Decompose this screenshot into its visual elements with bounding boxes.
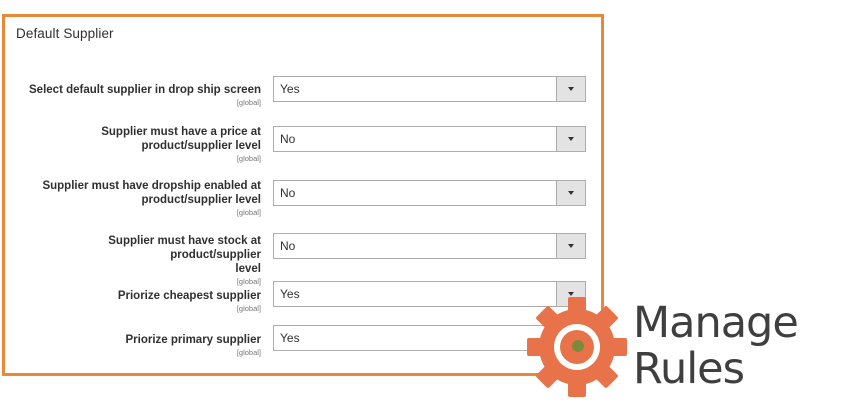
select-value: Yes bbox=[280, 331, 300, 345]
stock-required-select[interactable]: No bbox=[273, 233, 586, 259]
field-label-line: Priorize cheapest supplier bbox=[117, 290, 261, 302]
field-label-line: Supplier must have stock at product/supp… bbox=[108, 235, 261, 261]
select-value: Yes bbox=[280, 287, 300, 301]
field-label: Select default supplier in drop ship scr… bbox=[21, 83, 261, 107]
brand-line-1: Manage bbox=[633, 298, 799, 348]
dropdown-button[interactable] bbox=[556, 127, 585, 151]
screenshot: Default Supplier Select default supplier… bbox=[0, 0, 850, 405]
section-title: Default Supplier bbox=[16, 26, 114, 41]
field-label-line: level bbox=[235, 263, 261, 275]
field-label-line: product/supplier level bbox=[141, 140, 262, 152]
field-label: Supplier must have a price at product/su… bbox=[21, 125, 261, 163]
scope-label: [global] bbox=[236, 154, 261, 163]
default-supplier-panel: Default Supplier Select default supplier… bbox=[2, 14, 604, 376]
scope-label: [global] bbox=[236, 304, 261, 313]
chevron-down-icon bbox=[568, 137, 574, 141]
chevron-down-icon bbox=[568, 191, 574, 195]
gear-icon bbox=[527, 297, 627, 397]
gear-center bbox=[572, 340, 584, 352]
field-label: Supplier must have stock at product/supp… bbox=[21, 234, 261, 286]
scope-label: [global] bbox=[236, 277, 261, 286]
field-label-line: Supplier must have dropship enabled at bbox=[42, 180, 261, 192]
select-value: No bbox=[280, 132, 296, 146]
chevron-down-icon bbox=[568, 292, 574, 296]
dropdown-button[interactable] bbox=[556, 234, 585, 258]
chevron-down-icon bbox=[568, 87, 574, 91]
brand-line-2: Rules bbox=[633, 344, 745, 394]
default-supplier-dropship-select[interactable]: Yes bbox=[273, 76, 586, 102]
dropdown-button[interactable] bbox=[556, 77, 585, 101]
field-label-line: Supplier must have a price at bbox=[101, 126, 261, 138]
select-value: No bbox=[280, 186, 296, 200]
field-label: Priorize primary supplier [global] bbox=[21, 333, 262, 357]
scope-label: [global] bbox=[236, 208, 261, 217]
field-label-line: Priorize primary supplier bbox=[125, 334, 262, 346]
select-value: Yes bbox=[280, 82, 300, 96]
dropship-required-select[interactable]: No bbox=[273, 180, 586, 206]
dropdown-button[interactable] bbox=[556, 181, 585, 205]
chevron-down-icon bbox=[568, 244, 574, 248]
field-label-line: product/supplier level bbox=[141, 194, 262, 206]
field-label-line: Select default supplier in drop ship scr… bbox=[29, 84, 261, 96]
scope-label: [global] bbox=[236, 98, 261, 107]
brand-logo-text: Manage Rules bbox=[633, 298, 799, 394]
field-label: Priorize cheapest supplier [global] bbox=[21, 289, 261, 313]
select-value: No bbox=[280, 239, 296, 253]
price-required-select[interactable]: No bbox=[273, 126, 586, 152]
field-label: Supplier must have dropship enabled at p… bbox=[21, 179, 261, 217]
scope-label: [global] bbox=[236, 348, 261, 357]
